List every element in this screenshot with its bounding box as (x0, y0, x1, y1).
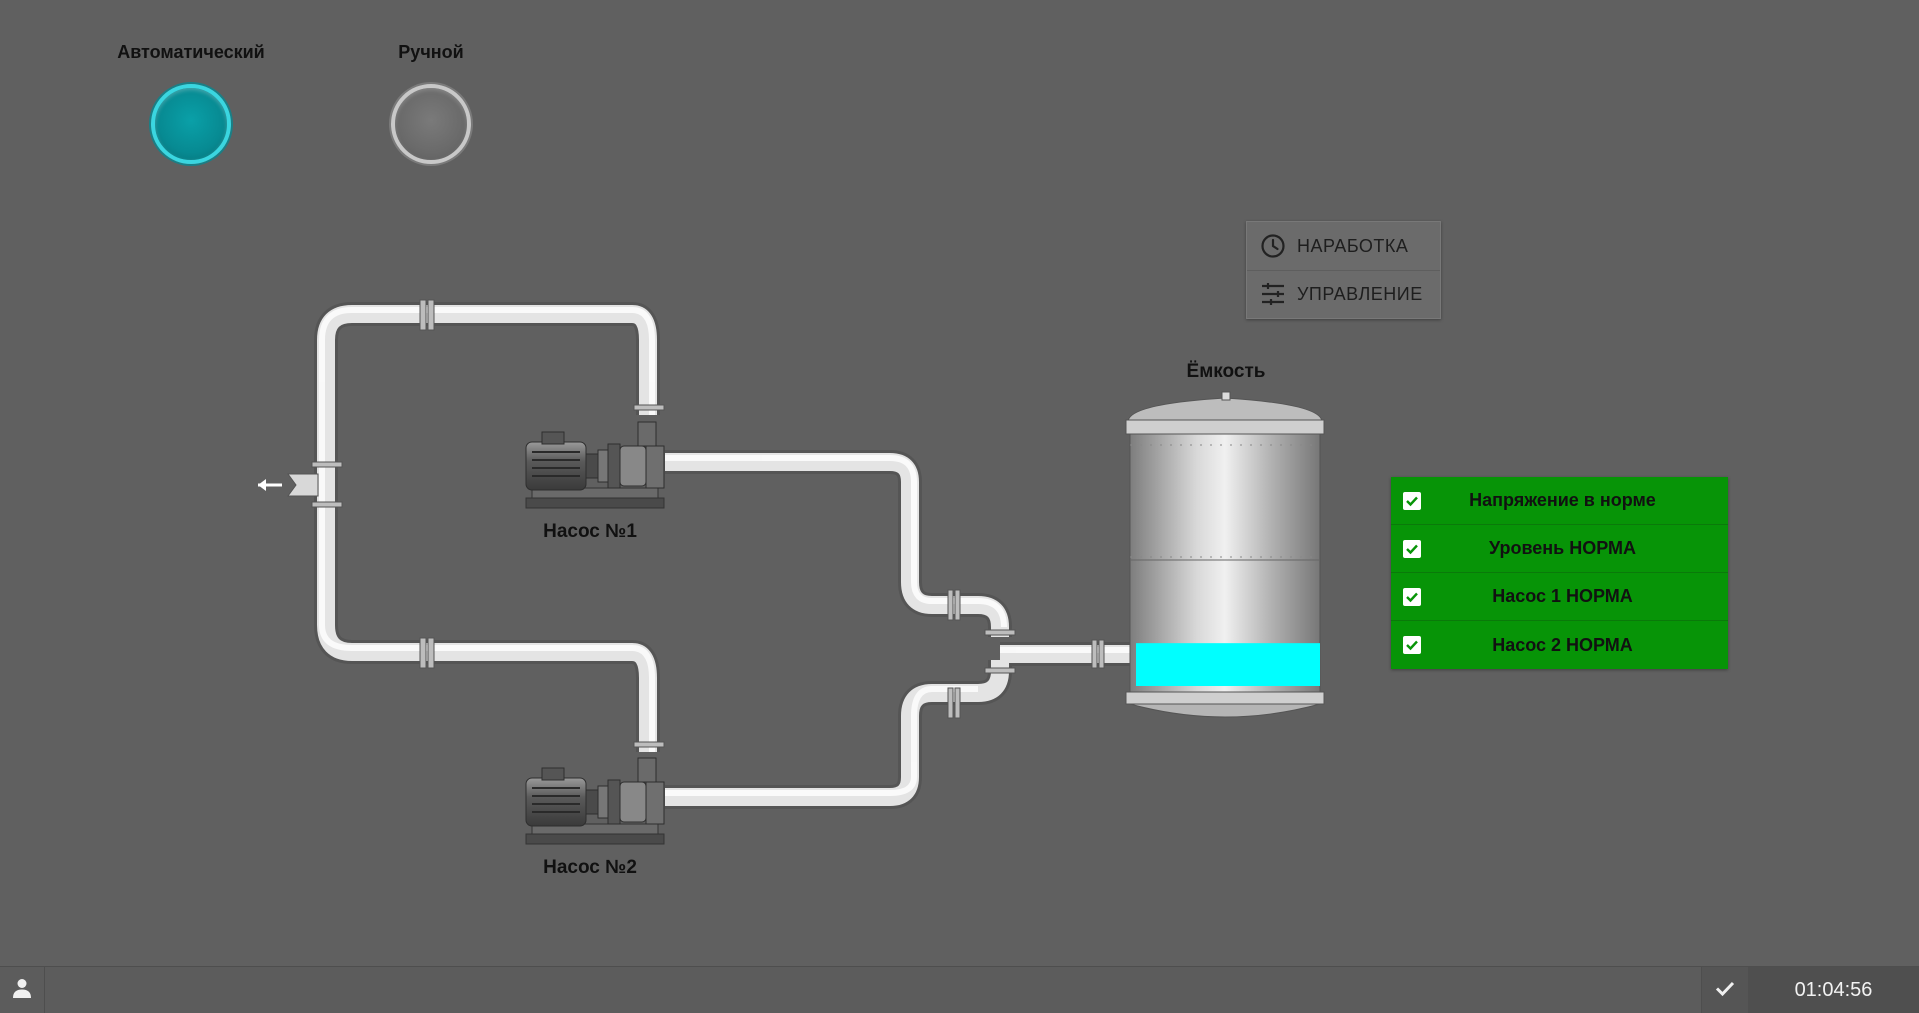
mode-manual-label: Ручной (398, 42, 464, 62)
status-text: Насос 1 НОРМА (1492, 586, 1633, 606)
pump-1-label: Насос №1 (543, 521, 637, 542)
menu-item-runtime[interactable]: НАРАБОТКА (1247, 222, 1440, 271)
pump-2-label: Насос №2 (543, 857, 637, 878)
user-icon (11, 977, 33, 1004)
clock-display: 01:04:56 (1748, 967, 1919, 1013)
status-row-voltage: Напряжение в норме (1391, 477, 1728, 525)
tank-level-fill (1136, 643, 1320, 686)
pump-2 (525, 757, 665, 845)
pump-1 (525, 421, 665, 509)
menu-item-control-label: УПРАВЛЕНИЕ (1297, 283, 1423, 304)
check-icon (1403, 587, 1421, 606)
check-icon (1714, 977, 1736, 1004)
sliders-icon (1259, 280, 1287, 308)
status-text: Напряжение в норме (1469, 490, 1656, 510)
hmi-screen: Автоматический Ручной НАРАБОТКА УПРАВЛЕН… (0, 0, 1919, 1013)
tank (1125, 391, 1325, 718)
user-button[interactable] (0, 967, 45, 1013)
clock-icon (1259, 232, 1287, 260)
check-icon (1403, 539, 1421, 558)
status-row-pump-2: Насос 2 НОРМА (1391, 621, 1728, 669)
pipeline (314, 302, 1130, 809)
acknowledge-button[interactable] (1701, 967, 1748, 1013)
status-row-pump-1: Насос 1 НОРМА (1391, 573, 1728, 621)
status-text: Насос 2 НОРМА (1492, 634, 1633, 655)
status-text: Уровень НОРМА (1488, 538, 1637, 558)
status-panel: Напряжение в норме Уровень НОРМА Насос 1… (1391, 477, 1728, 669)
menu-item-runtime-label: НАРАБОТКА (1297, 235, 1409, 256)
tank-label: Ёмкость (1186, 361, 1266, 382)
mode-auto-button[interactable] (151, 84, 231, 164)
check-icon (1403, 636, 1421, 654)
navigation-menu: НАРАБОТКА УПРАВЛЕНИЕ (1246, 221, 1441, 319)
status-row-level: Уровень НОРМА (1391, 525, 1728, 573)
menu-item-control[interactable]: УПРАВЛЕНИЕ (1247, 270, 1440, 318)
outlet-nozzle (258, 473, 319, 497)
mode-manual-button[interactable] (391, 84, 471, 164)
status-bar: 01:04:56 (0, 966, 1919, 1013)
check-icon (1403, 491, 1421, 510)
mode-auto-label: Автоматический (117, 42, 265, 62)
